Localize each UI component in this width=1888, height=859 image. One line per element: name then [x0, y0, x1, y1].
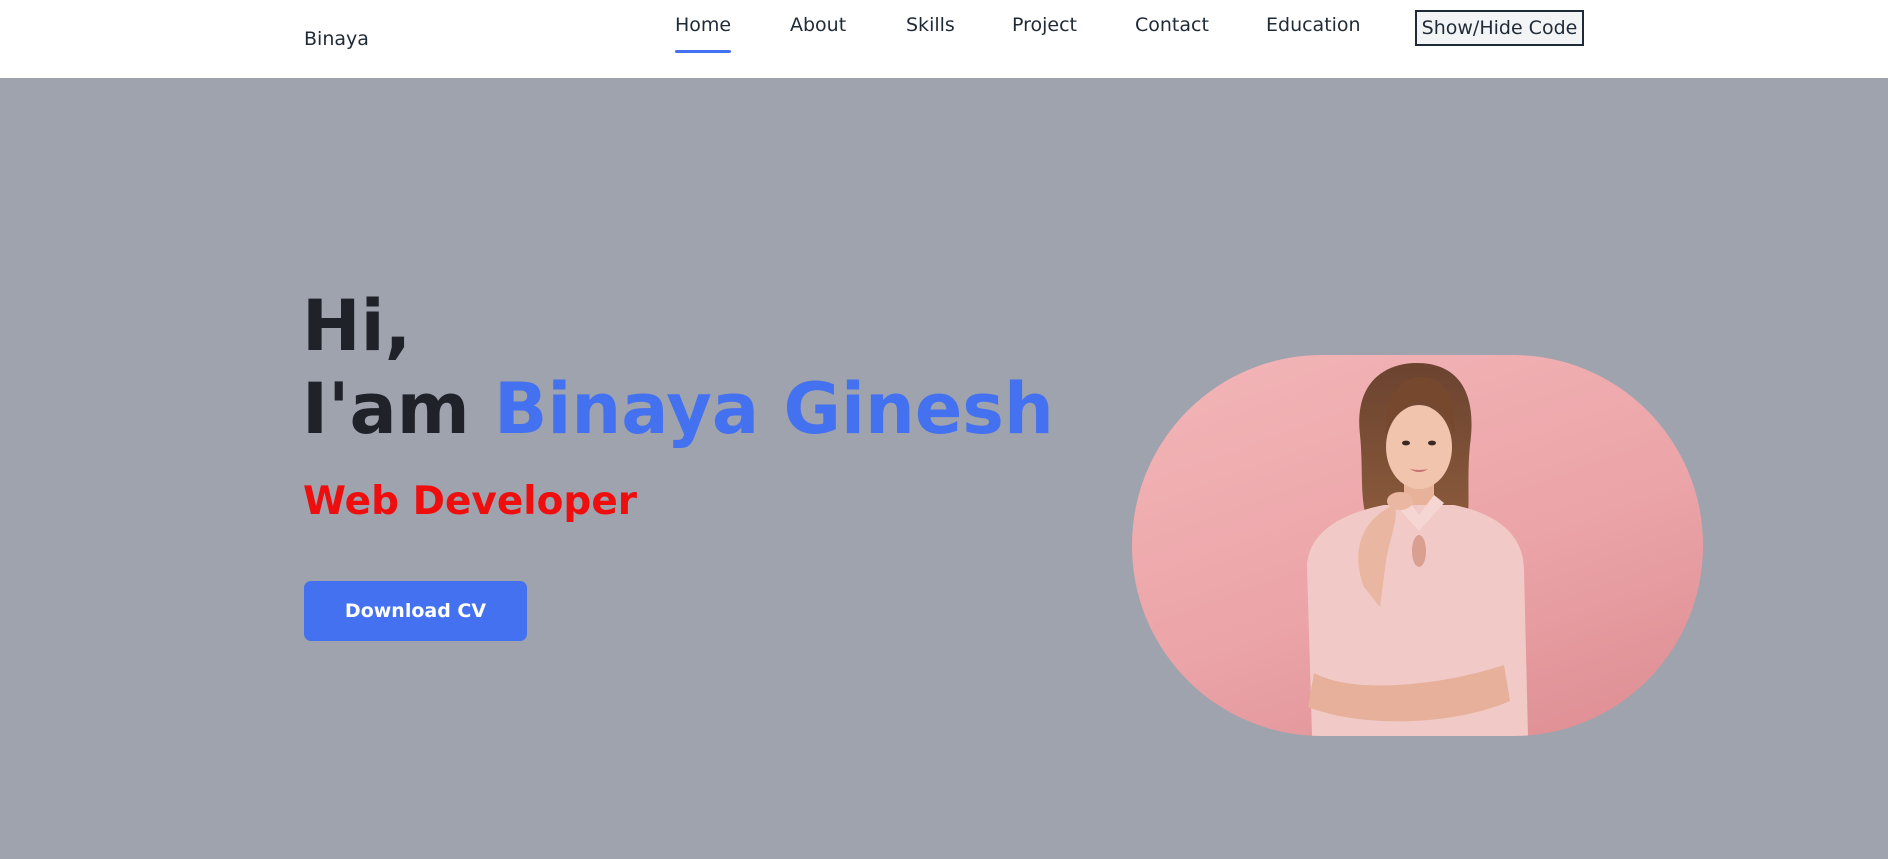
nav-link-skills[interactable]: Skills [906, 14, 955, 36]
show-hide-code-button[interactable]: Show/Hide Code [1415, 10, 1584, 46]
hero-name-line: I'am Binaya Ginesh [302, 368, 1054, 450]
nav-link-education[interactable]: Education [1266, 14, 1361, 36]
hero-role: Web Developer [303, 479, 638, 524]
nav-link-home[interactable]: Home [675, 14, 732, 53]
portrait-photo [1132, 355, 1703, 736]
nav-link-contact[interactable]: Contact [1135, 14, 1209, 36]
navbar: Binaya Home About Skills Project Contact… [0, 0, 1888, 78]
brand-logo[interactable]: Binaya [304, 28, 369, 50]
hero-intro: I'am [302, 368, 470, 450]
nav-link-about[interactable]: About [790, 14, 846, 36]
download-cv-button[interactable]: Download CV [304, 581, 527, 641]
hero-name: Binaya Ginesh [494, 368, 1054, 450]
hero-greeting: Hi, [302, 285, 412, 367]
nav-link-project[interactable]: Project [1012, 14, 1077, 36]
portrait-illustration [1307, 363, 1528, 736]
